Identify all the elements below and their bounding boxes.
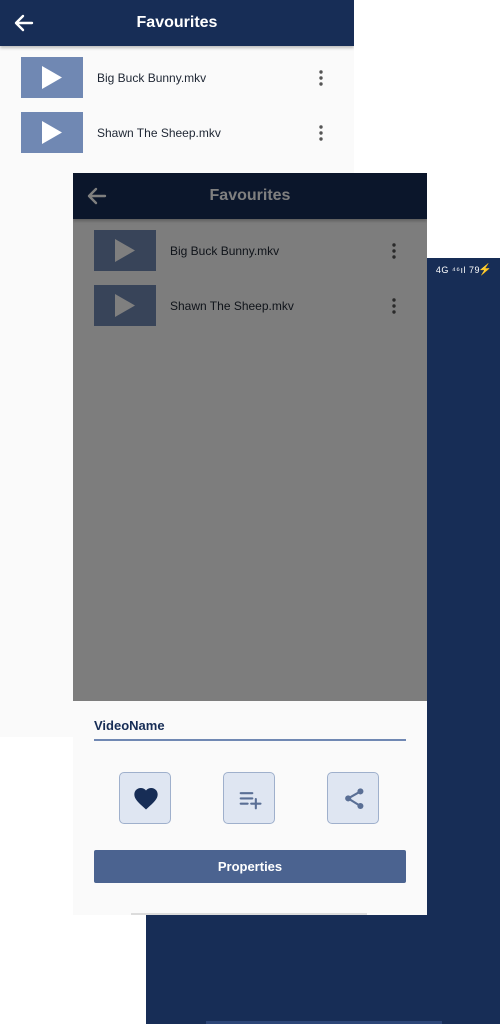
video-name: Big Buck Bunny.mkv [97, 71, 207, 85]
status-indicators: 4G ⁴⁶ıl 79 [435, 265, 480, 275]
heart-icon [134, 788, 158, 810]
bolt-icon: ⚡ [478, 264, 492, 276]
play-icon [42, 66, 62, 89]
properties-button[interactable]: Properties [94, 850, 406, 883]
page-title: Favourites [136, 14, 218, 31]
video-list: Big Buck Bunny.mkv Shawn The Sheep.mkv [0, 57, 354, 167]
favourite-button[interactable] [119, 772, 171, 824]
share-icon [345, 788, 364, 810]
divider [94, 739, 406, 741]
list-item[interactable]: Big Buck Bunny.mkv [0, 57, 354, 112]
playlist-add-icon [239, 792, 262, 810]
bottom-sheet: VideoName Properties [73, 701, 427, 915]
share-button[interactable] [327, 772, 379, 824]
sheet-title: VideoName [94, 718, 165, 733]
video-thumbnail[interactable] [21, 57, 83, 98]
more-vertical-icon[interactable] [314, 68, 328, 88]
video-thumbnail[interactable] [21, 112, 83, 153]
play-icon [42, 121, 62, 144]
video-name: Shawn The Sheep.mkv [97, 126, 221, 140]
navigation-handle [131, 913, 367, 915]
app-bar: Favourites [0, 0, 354, 46]
list-item[interactable]: Shawn The Sheep.mkv [0, 112, 354, 167]
favourites-screen-with-sheet: Favourites Big Buck Bunny.mkv Shawn The … [73, 173, 427, 915]
more-vertical-icon[interactable] [314, 123, 328, 143]
modal-scrim[interactable] [73, 173, 427, 701]
add-to-playlist-button[interactable] [223, 772, 275, 824]
